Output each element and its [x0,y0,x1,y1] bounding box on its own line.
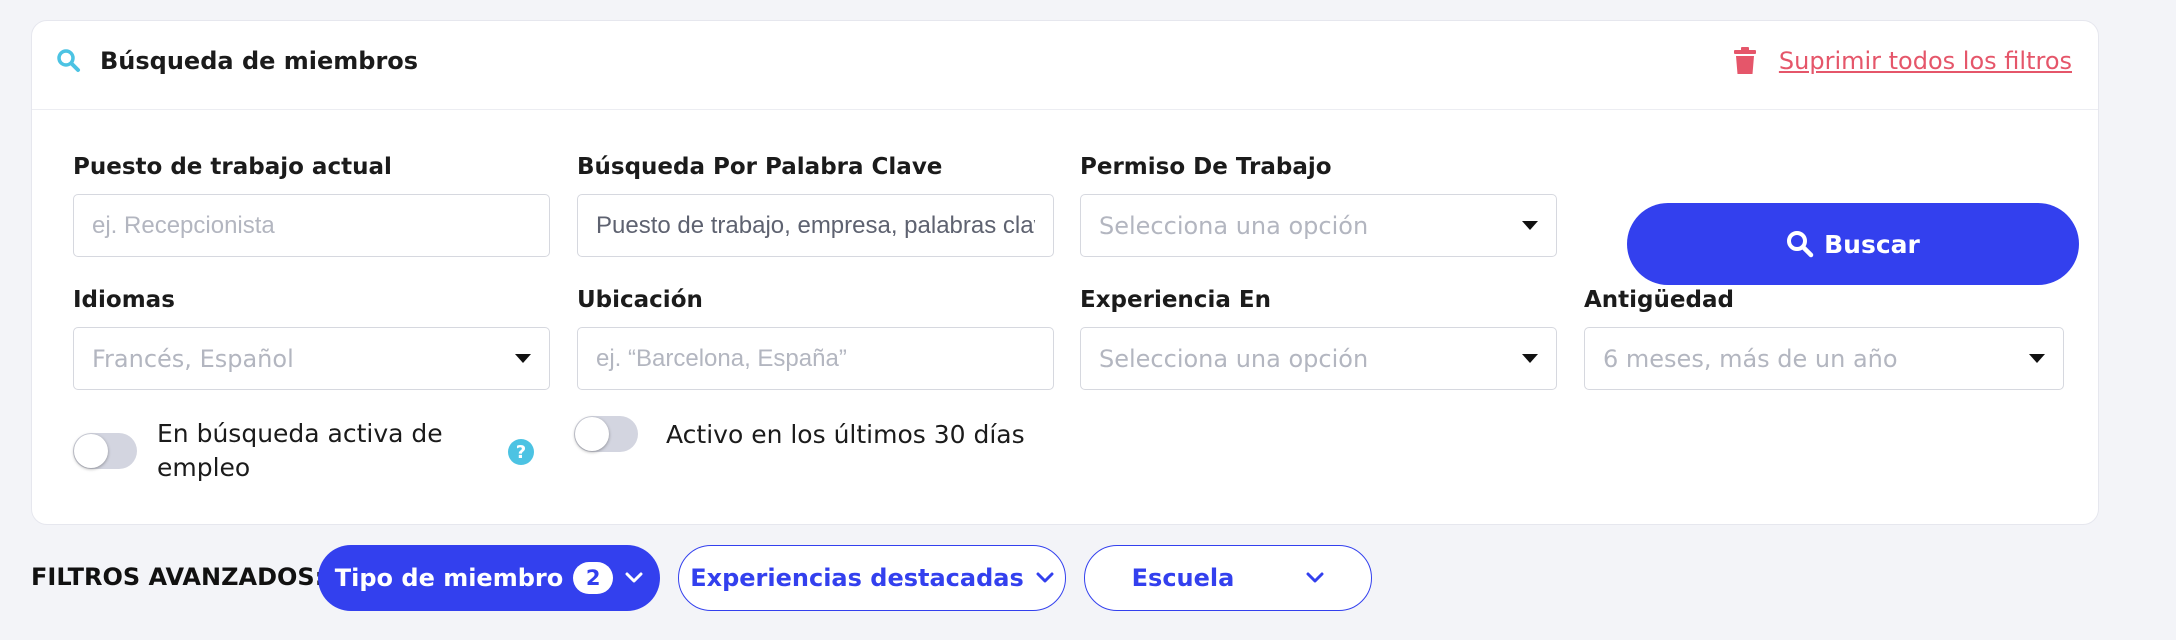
location-label: Ubicación [577,287,703,313]
school-label: Escuela [1131,564,1235,592]
search-icon [1786,230,1814,258]
toggle-knob [575,417,609,451]
experience-select[interactable]: Selecciona una opción [1080,327,1557,390]
keyword-label: Búsqueda Por Palabra Clave [577,154,943,180]
search-button-label: Buscar [1824,229,1920,259]
languages-select[interactable]: Francés, Español [73,327,550,390]
work-permit-select[interactable]: Selecciona una opción [1080,194,1557,257]
job-title-input[interactable] [73,194,550,257]
help-icon[interactable]: ? [508,439,534,465]
caret-down-icon [2029,354,2045,363]
chevron-down-icon [1306,572,1324,584]
panel-title-text: Búsqueda de miembros [100,47,419,75]
active-search-label-line1: En búsqueda activa de [157,419,443,448]
languages-placeholder: Francés, Español [92,344,294,373]
keyword-input[interactable] [577,194,1054,257]
work-permit-label: Permiso De Trabajo [1080,154,1332,180]
active-search-toggle[interactable] [73,433,137,469]
location-input[interactable] [577,327,1054,390]
panel-header: Búsqueda de miembros Suprimir todos los … [32,21,2098,110]
experience-placeholder: Selecciona una opción [1099,344,1369,373]
seniority-label: Antigüedad [1584,287,1734,313]
search-icon [56,48,82,74]
experience-label: Experiencia En [1080,287,1271,313]
job-title-label: Puesto de trabajo actual [73,154,392,180]
active-30-days-label: Activo en los últimos 30 días [666,420,1025,449]
advanced-filters-label: FILTROS AVANZADOS: [31,563,325,591]
member-type-filter-pill[interactable]: Tipo de miembro 2 [318,545,660,611]
languages-label: Idiomas [73,287,175,313]
featured-experiences-filter-pill[interactable]: Experiencias destacadas [678,545,1066,611]
school-filter-pill[interactable]: Escuela [1084,545,1372,611]
active-search-label-line2: empleo [157,453,251,482]
featured-experiences-label: Experiencias destacadas [690,564,1024,592]
seniority-select[interactable]: 6 meses, más de un año [1584,327,2064,390]
toggle-knob [74,434,108,468]
member-type-count-badge: 2 [573,562,614,594]
chevron-down-icon [625,572,643,584]
active-30-days-toggle[interactable] [574,416,638,452]
chevron-down-icon [1036,572,1054,584]
seniority-placeholder: 6 meses, más de un año [1603,344,1898,373]
trash-icon [1733,47,1757,75]
clear-all-filters-link[interactable]: Suprimir todos los filtros [1733,47,2072,75]
search-button[interactable]: Buscar [1627,203,2079,285]
clear-all-filters-label: Suprimir todos los filtros [1778,47,2072,75]
caret-down-icon [515,354,531,363]
panel-title: Búsqueda de miembros [56,47,418,75]
caret-down-icon [1522,221,1538,230]
work-permit-placeholder: Selecciona una opción [1099,211,1369,240]
caret-down-icon [1522,354,1538,363]
member-search-panel: Búsqueda de miembros Suprimir todos los … [31,20,2099,525]
member-type-label: Tipo de miembro [334,564,564,592]
